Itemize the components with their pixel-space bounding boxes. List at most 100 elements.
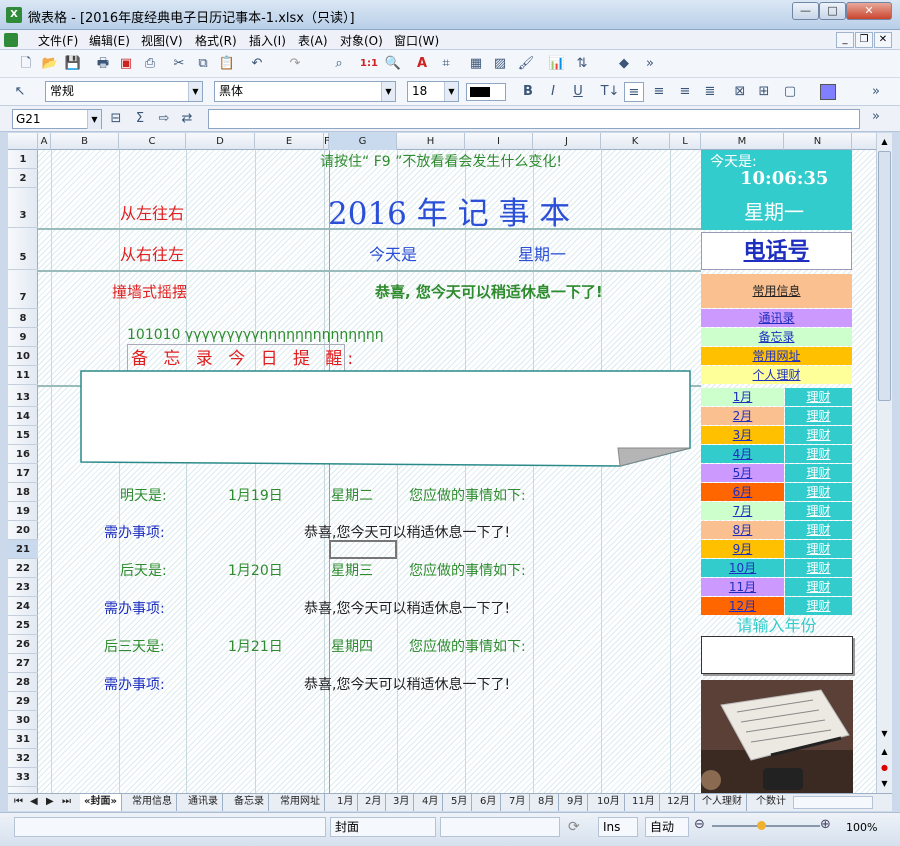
finance-link-6[interactable]: 理财 bbox=[785, 483, 852, 501]
formula-input[interactable] bbox=[208, 109, 860, 129]
common-info-link[interactable]: 常用信息 bbox=[701, 274, 852, 308]
sheet-tab[interactable]: 6月 bbox=[476, 794, 502, 811]
websites-link[interactable]: 常用网址 bbox=[701, 347, 852, 365]
redo-icon[interactable]: ↷ bbox=[285, 54, 305, 74]
scroll-down-icon[interactable]: ▼ bbox=[878, 727, 891, 740]
row-header[interactable]: 7 bbox=[8, 272, 38, 309]
finance-link-1[interactable]: 理财 bbox=[785, 388, 852, 406]
minimize-button[interactable]: — bbox=[792, 2, 819, 20]
finance-link-12[interactable]: 理财 bbox=[785, 597, 852, 615]
font-color-picker[interactable] bbox=[466, 83, 506, 101]
finance-link-3[interactable]: 理财 bbox=[785, 426, 852, 444]
bold-icon[interactable]: B bbox=[518, 82, 538, 102]
month-link-6[interactable]: 6月 bbox=[701, 483, 784, 501]
chevron-down-icon[interactable]: ▼ bbox=[444, 82, 458, 101]
sheet-tab[interactable]: 4月 bbox=[418, 794, 444, 811]
row-header[interactable]: 30 bbox=[8, 711, 38, 730]
sheet-tab[interactable]: 9月 bbox=[563, 794, 589, 811]
next-page-icon[interactable]: ▼ bbox=[878, 777, 891, 790]
insert-mode[interactable]: Ins bbox=[598, 817, 638, 837]
fill-color-icon[interactable] bbox=[820, 84, 836, 100]
save-icon[interactable]: 💾 bbox=[63, 54, 83, 74]
column-header[interactable]: H bbox=[397, 133, 465, 150]
row-header[interactable]: 17 bbox=[8, 464, 38, 483]
month-link-3[interactable]: 3月 bbox=[701, 426, 784, 444]
mdi-close-button[interactable]: ✕ bbox=[874, 32, 892, 48]
finance-link-11[interactable]: 理财 bbox=[785, 578, 852, 596]
sheet-tab[interactable]: 3月 bbox=[389, 794, 415, 811]
month-link-9[interactable]: 9月 bbox=[701, 540, 784, 558]
selected-cell-g21[interactable] bbox=[329, 540, 397, 559]
split-cells-icon[interactable]: ⊞ bbox=[754, 82, 774, 102]
cut-icon[interactable]: ✂ bbox=[169, 54, 189, 74]
align-right-icon[interactable]: ≡ bbox=[675, 82, 695, 102]
column-header[interactable]: G bbox=[329, 133, 397, 150]
menu-format[interactable]: 格式(R) bbox=[195, 32, 237, 49]
text-direction-icon[interactable]: T↓ bbox=[600, 82, 620, 102]
month-link-8[interactable]: 8月 bbox=[701, 521, 784, 539]
finance-link-4[interactable]: 理财 bbox=[785, 445, 852, 463]
sort-icon[interactable]: ⇅ bbox=[572, 54, 592, 74]
column-header[interactable]: M bbox=[701, 133, 784, 150]
prev-sheet-icon[interactable]: ◀ bbox=[26, 794, 42, 811]
align-left-icon[interactable]: ≡ bbox=[624, 82, 644, 102]
chart-icon[interactable]: 📊 bbox=[547, 54, 567, 74]
text-box-icon[interactable]: A bbox=[412, 54, 432, 74]
function-list-icon[interactable]: ⊟ bbox=[106, 109, 126, 129]
sheet-tab[interactable]: 1月 bbox=[333, 794, 359, 811]
next-sheet-icon[interactable]: ▶ bbox=[42, 794, 58, 811]
font-combo[interactable]: 黑体 ▼ bbox=[214, 81, 396, 102]
vertical-scrollbar[interactable]: ▲ ▼ ▲ ● ▼ bbox=[876, 133, 892, 793]
column-header[interactable]: B bbox=[51, 133, 119, 150]
zoom-in-icon[interactable]: ⊕ bbox=[820, 817, 831, 832]
row-header[interactable]: 18 bbox=[8, 483, 38, 502]
sheet-tab[interactable]: 个人理财 bbox=[698, 794, 747, 811]
finance-link-10[interactable]: 理财 bbox=[785, 559, 852, 577]
pattern-icon[interactable]: ▨ bbox=[490, 54, 510, 74]
browse-object-icon[interactable]: ● bbox=[878, 761, 891, 774]
name-box[interactable]: G21 ▼ bbox=[12, 109, 102, 129]
row-header[interactable]: 21 bbox=[8, 540, 38, 559]
pdf-icon[interactable]: ▣ bbox=[116, 54, 136, 74]
row-header[interactable]: 8 bbox=[8, 309, 38, 328]
sheet-tab[interactable]: 11月 bbox=[628, 794, 660, 811]
print-icon[interactable]: 🖶 bbox=[93, 54, 113, 74]
chevron-down-icon[interactable]: ▼ bbox=[87, 110, 101, 129]
zoom-icon[interactable]: 🔍 bbox=[383, 54, 403, 74]
row-header[interactable]: 13 bbox=[8, 388, 38, 407]
row-header[interactable]: 31 bbox=[8, 730, 38, 749]
month-link-2[interactable]: 2月 bbox=[701, 407, 784, 425]
column-header[interactable]: C bbox=[119, 133, 186, 150]
chevron-down-icon[interactable]: ▼ bbox=[381, 82, 395, 101]
copy-icon[interactable]: ⧉ bbox=[193, 54, 213, 74]
column-header[interactable]: K bbox=[601, 133, 670, 150]
maximize-button[interactable]: □ bbox=[819, 2, 846, 20]
menu-window[interactable]: 窗口(W) bbox=[394, 32, 439, 49]
column-header[interactable]: E bbox=[255, 133, 324, 150]
contacts-link[interactable]: 通讯录 bbox=[701, 309, 852, 327]
month-link-12[interactable]: 12月 bbox=[701, 597, 784, 615]
more-format-icon[interactable]: » bbox=[866, 82, 886, 102]
expand-formula-icon[interactable]: » bbox=[866, 107, 886, 127]
find-icon[interactable]: ⌕ bbox=[329, 54, 349, 74]
row-header[interactable]: 28 bbox=[8, 673, 38, 692]
phone-link[interactable]: 电话号 bbox=[701, 232, 852, 270]
cell-area[interactable]: 请按住“ F9 ”不放看看会发生什么变化! 2016 年 记 事 本 从左往右 … bbox=[38, 150, 876, 793]
sheet-tab[interactable]: 常用信息 bbox=[128, 794, 177, 811]
column-header[interactable]: L bbox=[670, 133, 701, 150]
scroll-up-icon[interactable]: ▲ bbox=[878, 135, 891, 148]
prev-page-icon[interactable]: ▲ bbox=[878, 745, 891, 758]
sheet-tab[interactable]: 通讯录 bbox=[184, 794, 223, 811]
menu-file[interactable]: 文件(F) bbox=[38, 32, 78, 49]
finance-link[interactable]: 个人理财 bbox=[701, 366, 852, 384]
row-header[interactable]: 24 bbox=[8, 597, 38, 616]
zoom-slider[interactable] bbox=[712, 825, 820, 827]
menu-edit[interactable]: 编辑(E) bbox=[89, 32, 130, 49]
chevron-down-icon[interactable]: ▼ bbox=[188, 82, 202, 101]
row-header[interactable]: 16 bbox=[8, 445, 38, 464]
sheet-tab[interactable]: 备忘录 bbox=[230, 794, 269, 811]
calc-mode[interactable]: 自动 bbox=[645, 817, 689, 837]
finance-link-2[interactable]: 理财 bbox=[785, 407, 852, 425]
row-header[interactable]: 25 bbox=[8, 616, 38, 635]
zoom-thumb[interactable] bbox=[757, 821, 766, 830]
